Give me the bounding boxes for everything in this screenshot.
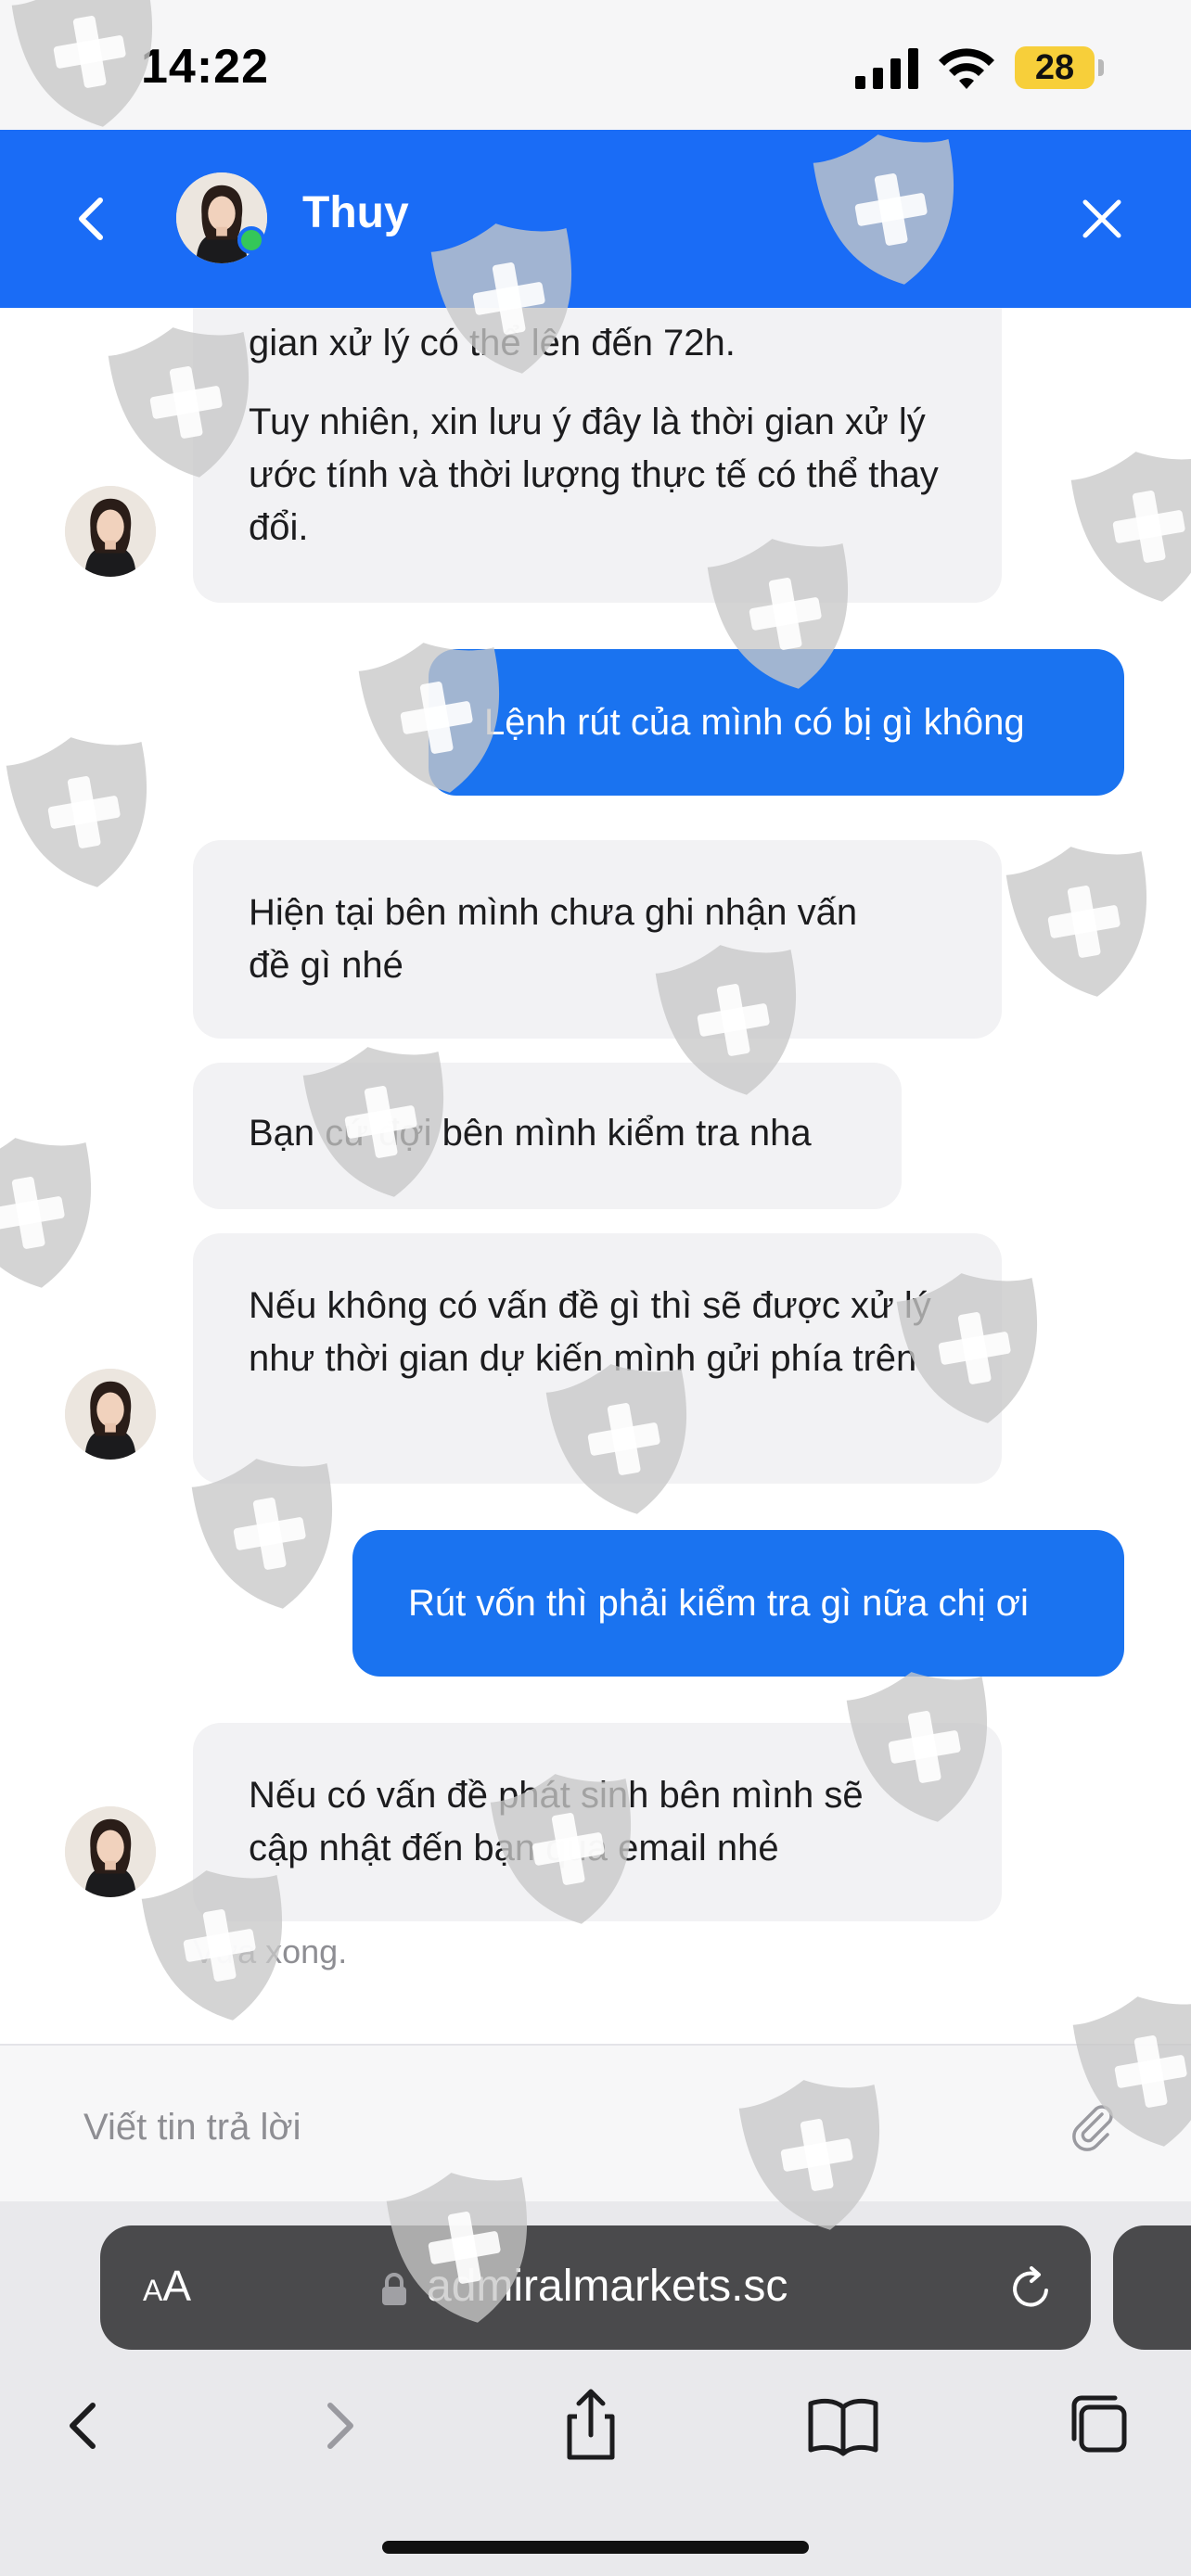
address-bar[interactable]: AA admiralmarkets.sc [100, 2225, 1091, 2350]
battery-cap [1098, 59, 1104, 76]
chevron-left-icon[interactable] [61, 182, 117, 256]
back-icon[interactable] [41, 2383, 124, 2467]
battery-indicator: 28 [1015, 46, 1095, 89]
message-text: Rút vốn thì phải kiểm tra gì nữa chị ơi [408, 1583, 1029, 1624]
incoming-message-bubble: Nếu không có vấn đề gì thì sẽ được xử lý… [193, 1233, 1002, 1484]
share-icon[interactable] [549, 2383, 633, 2467]
outgoing-message-bubble: Lệnh rút của mình có bị gì không [429, 649, 1124, 796]
text-size-button[interactable]: AA [143, 2261, 191, 2311]
status-bar: 14:22 28 [0, 0, 1191, 130]
agent-avatar [65, 1369, 156, 1460]
paperclip-icon[interactable] [1067, 2099, 1119, 2151]
incoming-message-bubble: Bạn cứ đợi bên mình kiểm tra nha [193, 1063, 902, 1209]
message-list[interactable]: gian xử lý có thể lên đến 72h. Tuy nhiên… [0, 308, 1191, 2044]
message-text: Nếu có vấn đề phát sinh bên mình sẽ cập … [249, 1775, 864, 1868]
reply-bar [0, 2044, 1191, 2201]
message-text: Nếu không có vấn đề gì thì sẽ được xử lý… [249, 1285, 931, 1379]
forward-icon[interactable] [299, 2383, 382, 2467]
bookmarks-icon[interactable] [801, 2383, 885, 2467]
incoming-message-bubble: Hiện tại bên mình chưa ghi nhận vấn đề g… [193, 840, 1002, 1039]
incoming-message-bubble: gian xử lý có thể lên đến 72h. Tuy nhiên… [193, 308, 1002, 603]
reload-icon[interactable] [1005, 2263, 1057, 2315]
status-time: 14:22 [141, 40, 269, 94]
outgoing-message-bubble: Rút vốn thì phải kiểm tra gì nữa chị ơi [352, 1530, 1124, 1677]
browser-toolbar: AA admiralmarkets.sc [0, 2201, 1191, 2576]
chat-header: Thuy [0, 130, 1191, 308]
lock-icon [382, 2273, 406, 2305]
incoming-message-bubble: Nếu có vấn đề phát sinh bên mình sẽ cập … [193, 1723, 1002, 1921]
cellular-signal-icon [855, 48, 918, 89]
online-status-dot [237, 226, 265, 254]
close-icon[interactable] [1078, 195, 1126, 243]
home-indicator [382, 2541, 809, 2554]
contact-name: Thuy [302, 188, 409, 237]
agent-avatar [65, 1806, 156, 1897]
wifi-icon [939, 48, 994, 89]
reply-input[interactable] [82, 2094, 1013, 2161]
tabs-icon[interactable] [1057, 2383, 1141, 2467]
message-text: gian xử lý có thể lên đến 72h. [249, 323, 736, 363]
message-text: Bạn cứ đợi bên mình kiểm tra nha [249, 1113, 812, 1154]
message-text: Tuy nhiên, xin lưu ý đây là thời gian xử… [249, 402, 939, 548]
message-timestamp: Vừa xong. [193, 1932, 348, 1970]
next-tab-preview[interactable] [1113, 2225, 1191, 2350]
text-size-small-a: A [143, 2274, 163, 2307]
message-text: Hiện tại bên mình chưa ghi nhận vấn đề g… [249, 892, 858, 986]
agent-avatar [65, 486, 156, 577]
text-size-large-a: A [162, 2262, 192, 2310]
url-text: admiralmarkets.sc [427, 2262, 788, 2311]
message-text: Lệnh rút của mình có bị gì không [484, 702, 1025, 743]
